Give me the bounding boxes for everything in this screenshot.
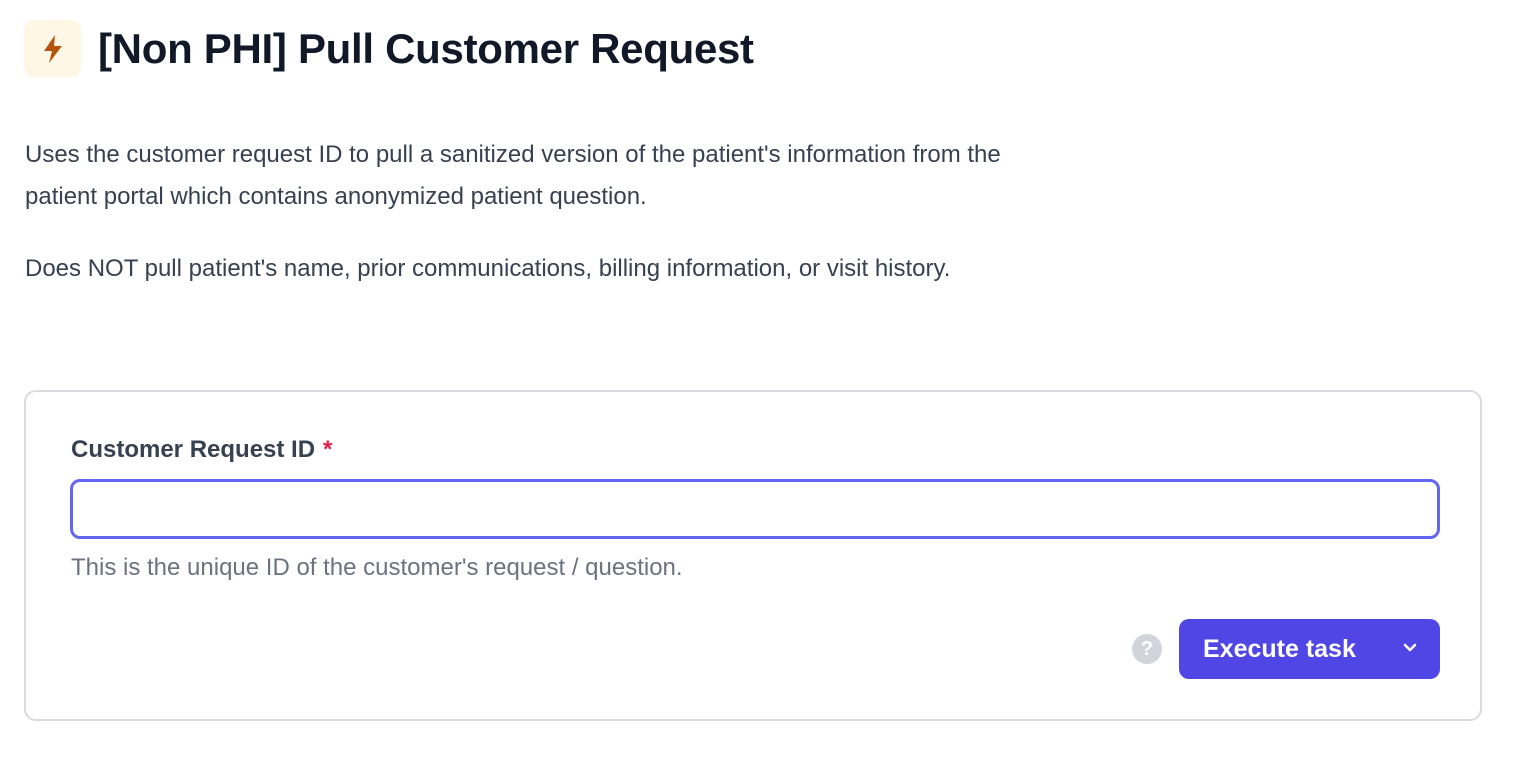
chevron-down-icon — [1402, 640, 1418, 658]
execute-task-button-group: Execute task — [1179, 619, 1440, 679]
task-form-card: Customer Request ID * This is the unique … — [24, 390, 1482, 721]
execute-task-button[interactable]: Execute task — [1179, 619, 1380, 679]
task-icon-badge — [24, 20, 81, 77]
lightning-bolt-icon — [42, 34, 64, 64]
task-page: [Non PHI] Pull Customer Request Uses the… — [0, 0, 1526, 766]
description-paragraph-2: Does NOT pull patient's name, prior comm… — [25, 255, 951, 282]
customer-request-id-label: Customer Request ID * — [71, 436, 332, 464]
description-paragraph-1: Uses the customer request ID to pull a s… — [25, 141, 1001, 210]
field-help-text: This is the unique ID of the customer's … — [71, 554, 683, 581]
required-marker: * — [323, 436, 333, 463]
page-title: [Non PHI] Pull Customer Request — [98, 24, 754, 72]
execute-options-dropdown[interactable] — [1380, 619, 1440, 679]
customer-request-id-input[interactable] — [70, 479, 1440, 539]
page-header: [Non PHI] Pull Customer Request — [24, 20, 754, 77]
question-mark-icon[interactable]: ? — [1132, 634, 1162, 664]
field-label-text: Customer Request ID — [71, 436, 316, 463]
